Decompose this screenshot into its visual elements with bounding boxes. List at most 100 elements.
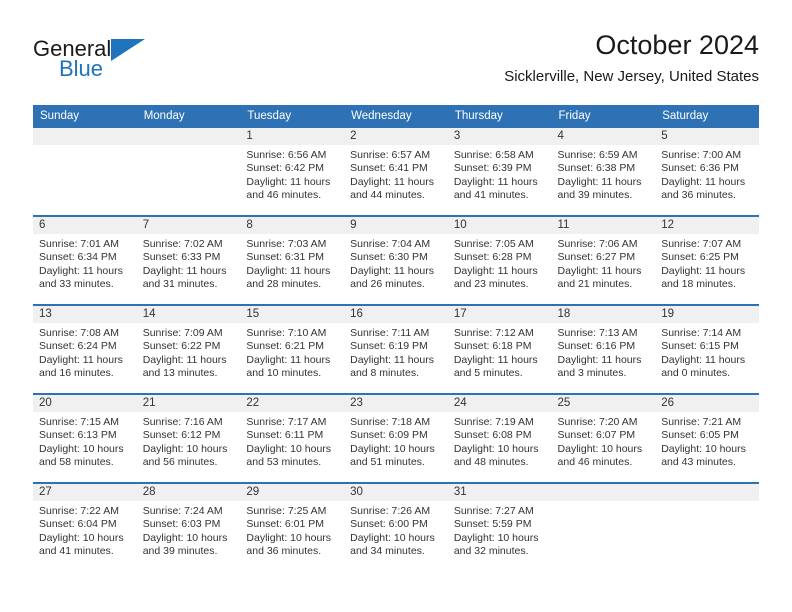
day-details: Sunrise: 7:18 AM Sunset: 6:09 PM Daylight:… xyxy=(344,412,448,470)
calendar-day-cell-empty xyxy=(551,484,656,571)
weekday-header-thursday: Thursday xyxy=(454,110,503,122)
calendar-day-cell[interactable]: 23 Sunrise: 7:18 AM Sunset: 6:09 PM Dayligh… xyxy=(344,395,448,482)
day-details: Sunrise: 7:05 AM Sunset: 6:28 PM Daylight:… xyxy=(448,234,552,292)
day-details: Sunrise: 7:02 AM Sunset: 6:33 PM Daylight:… xyxy=(137,234,241,292)
day-details: Sunrise: 7:03 AM Sunset: 6:31 PM Daylight:… xyxy=(240,234,344,292)
calendar-day-cell[interactable]: 15 Sunrise: 7:10 AM Sunset: 6:21 PM Dayligh… xyxy=(240,306,345,393)
calendar-day-cell[interactable]: 28 Sunrise: 7:24 AM Sunset: 6:03 PM Dayligh… xyxy=(136,484,241,571)
calendar-day-cell[interactable]: 30 Sunrise: 7:26 AM Sunset: 6:00 PM Dayligh… xyxy=(344,484,448,571)
sunset-text: Sunset: 6:31 PM xyxy=(246,251,325,264)
sunrise-text: Sunrise: 7:04 AM xyxy=(350,238,431,250)
day-number: 17 xyxy=(447,306,552,323)
day-number: 9 xyxy=(344,217,448,234)
day-number: 21 xyxy=(136,395,241,412)
sunset-text: Sunset: 6:00 PM xyxy=(350,518,428,531)
calendar-day-cell[interactable]: 27 Sunrise: 7:22 AM Sunset: 6:04 PM Dayligh… xyxy=(33,484,137,571)
day-number: 16 xyxy=(344,306,448,323)
sunset-text: Sunset: 6:24 PM xyxy=(39,340,117,353)
sunrise-text: Sunrise: 6:57 AM xyxy=(350,149,431,161)
sunset-text: Sunset: 6:05 PM xyxy=(661,429,739,442)
calendar-week-row: 6 Sunrise: 7:01 AM Sunset: 6:34 PM Daylight… xyxy=(33,215,759,304)
day-number: 8 xyxy=(240,217,345,234)
day-details: Sunrise: 7:11 AM Sunset: 6:19 PM Daylight:… xyxy=(344,323,448,381)
weekday-header-monday: Monday xyxy=(143,110,185,122)
sunrise-text: Sunrise: 7:00 AM xyxy=(661,149,742,161)
daylight-text: Daylight: 11 hours and 21 minutes. xyxy=(557,264,642,291)
sunset-text: Sunset: 6:22 PM xyxy=(142,340,221,353)
calendar-day-cell[interactable]: 12 Sunrise: 7:07 AM Sunset: 6:25 PM Dayligh… xyxy=(655,217,759,304)
calendar-day-cell[interactable]: 16 Sunrise: 7:11 AM Sunset: 6:19 PM Dayligh… xyxy=(344,306,448,393)
calendar-day-cell[interactable]: 25 Sunrise: 7:20 AM Sunset: 6:07 PM Dayligh… xyxy=(551,395,656,482)
calendar-day-cell[interactable]: 10 Sunrise: 7:05 AM Sunset: 6:28 PM Dayligh… xyxy=(447,217,552,304)
day-number: 7 xyxy=(136,217,241,234)
calendar-day-cell[interactable]: 6 Sunrise: 7:01 AM Sunset: 6:34 PM Daylight… xyxy=(33,217,137,304)
calendar-day-cell[interactable]: 7 Sunrise: 7:02 AM Sunset: 6:33 PM Daylight… xyxy=(136,217,241,304)
calendar-day-cell[interactable]: 1 Sunrise: 6:56 AM Sunset: 6:42 PM Daylight… xyxy=(240,128,345,215)
calendar-day-cell[interactable]: 29 Sunrise: 7:25 AM Sunset: 6:01 PM Dayligh… xyxy=(240,484,345,571)
calendar-day-cell[interactable]: 2 Sunrise: 6:57 AM Sunset: 6:41 PM Daylight… xyxy=(344,128,448,215)
calendar-day-cell[interactable]: 3 Sunrise: 6:58 AM Sunset: 6:39 PM Daylight… xyxy=(447,128,552,215)
daylight-text: Daylight: 10 hours and 34 minutes. xyxy=(350,531,435,558)
day-number: 22 xyxy=(240,395,345,412)
day-details: Sunrise: 7:08 AM Sunset: 6:24 PM Daylight:… xyxy=(33,323,137,381)
daylight-text: Daylight: 11 hours and 26 minutes. xyxy=(350,264,434,291)
day-details xyxy=(137,145,241,149)
day-details: Sunrise: 7:04 AM Sunset: 6:30 PM Daylight:… xyxy=(344,234,448,292)
daylight-text: Daylight: 10 hours and 58 minutes. xyxy=(39,442,124,469)
calendar-day-cell[interactable]: 4 Sunrise: 6:59 AM Sunset: 6:38 PM Daylight… xyxy=(551,128,656,215)
day-details: Sunrise: 7:10 AM Sunset: 6:21 PM Daylight:… xyxy=(240,323,344,381)
calendar-day-cell[interactable]: 5 Sunrise: 7:00 AM Sunset: 6:36 PM Daylight… xyxy=(655,128,759,215)
day-number: 19 xyxy=(655,306,759,323)
day-details: Sunrise: 6:58 AM Sunset: 6:39 PM Daylight:… xyxy=(448,145,552,203)
sunrise-text: Sunrise: 7:07 AM xyxy=(661,238,742,250)
calendar-day-cell[interactable]: 18 Sunrise: 7:13 AM Sunset: 6:16 PM Dayligh… xyxy=(551,306,656,393)
calendar-day-cell[interactable]: 11 Sunrise: 7:06 AM Sunset: 6:27 PM Dayligh… xyxy=(551,217,656,304)
daylight-text: Daylight: 10 hours and 32 minutes. xyxy=(453,531,539,558)
calendar-day-cell[interactable]: 26 Sunrise: 7:21 AM Sunset: 6:05 PM Dayligh… xyxy=(655,395,759,482)
sunset-text: Sunset: 6:25 PM xyxy=(661,251,739,264)
sunset-text: Sunset: 6:07 PM xyxy=(557,429,636,442)
sunset-text: Sunset: 5:59 PM xyxy=(453,518,532,531)
sunset-text: Sunset: 6:13 PM xyxy=(39,429,117,442)
daylight-text: Daylight: 10 hours and 53 minutes. xyxy=(246,442,332,469)
brand-logo[interactable]: General Blue xyxy=(33,36,233,92)
calendar-week-row: 20 Sunrise: 7:15 AM Sunset: 6:13 PM Dayligh… xyxy=(33,393,759,482)
day-number: 27 xyxy=(33,484,137,501)
sunrise-text: Sunrise: 7:25 AM xyxy=(246,505,327,517)
calendar-day-cell[interactable]: 24 Sunrise: 7:19 AM Sunset: 6:08 PM Dayligh… xyxy=(447,395,552,482)
day-details: Sunrise: 7:06 AM Sunset: 6:27 PM Daylight:… xyxy=(552,234,656,292)
calendar-day-cell[interactable]: 9 Sunrise: 7:04 AM Sunset: 6:30 PM Daylight… xyxy=(344,217,448,304)
calendar-day-cell[interactable]: 20 Sunrise: 7:15 AM Sunset: 6:13 PM Dayligh… xyxy=(33,395,137,482)
daylight-text: Daylight: 11 hours and 10 minutes. xyxy=(246,353,331,380)
calendar-day-cell[interactable]: 13 Sunrise: 7:08 AM Sunset: 6:24 PM Dayligh… xyxy=(33,306,137,393)
day-details: Sunrise: 6:59 AM Sunset: 6:38 PM Daylight:… xyxy=(552,145,656,203)
sunrise-text: Sunrise: 7:13 AM xyxy=(557,327,638,339)
day-details: Sunrise: 7:01 AM Sunset: 6:34 PM Daylight:… xyxy=(33,234,137,292)
calendar-day-cell[interactable]: 17 Sunrise: 7:12 AM Sunset: 6:18 PM Dayligh… xyxy=(447,306,552,393)
sunrise-text: Sunrise: 7:10 AM xyxy=(246,327,327,339)
daylight-text: Daylight: 11 hours and 39 minutes. xyxy=(557,175,642,202)
calendar-day-cell-empty xyxy=(33,128,137,215)
sunrise-text: Sunrise: 6:59 AM xyxy=(557,149,638,161)
day-number: 6 xyxy=(33,217,137,234)
daylight-text: Daylight: 11 hours and 8 minutes. xyxy=(350,353,434,380)
calendar-day-cell[interactable]: 19 Sunrise: 7:14 AM Sunset: 6:15 PM Dayligh… xyxy=(655,306,759,393)
day-details: Sunrise: 7:16 AM Sunset: 6:12 PM Daylight:… xyxy=(137,412,241,470)
daylight-text: Daylight: 11 hours and 13 minutes. xyxy=(142,353,227,380)
calendar-day-cell[interactable]: 21 Sunrise: 7:16 AM Sunset: 6:12 PM Dayligh… xyxy=(136,395,241,482)
day-number: 4 xyxy=(551,128,656,145)
calendar-day-cell[interactable]: 14 Sunrise: 7:09 AM Sunset: 6:22 PM Dayligh… xyxy=(136,306,241,393)
daylight-text: Daylight: 11 hours and 44 minutes. xyxy=(350,175,434,202)
sunrise-text: Sunrise: 7:26 AM xyxy=(350,505,431,517)
calendar-day-cell[interactable]: 8 Sunrise: 7:03 AM Sunset: 6:31 PM Daylight… xyxy=(240,217,345,304)
weekday-header-friday: Friday xyxy=(558,110,591,122)
day-details: Sunrise: 7:20 AM Sunset: 6:07 PM Daylight:… xyxy=(552,412,656,470)
daylight-text: Daylight: 10 hours and 41 minutes. xyxy=(39,531,124,558)
calendar-grid: Sunday Monday Tuesday Wednesday Thursday Frid… xyxy=(33,105,759,571)
calendar-day-cell[interactable]: 22 Sunrise: 7:17 AM Sunset: 6:11 PM Dayligh… xyxy=(240,395,345,482)
daylight-text: Daylight: 11 hours and 0 minutes. xyxy=(661,353,746,380)
day-details xyxy=(33,145,137,149)
sunrise-text: Sunrise: 6:58 AM xyxy=(453,149,534,161)
sunset-text: Sunset: 6:09 PM xyxy=(350,429,428,442)
calendar-day-cell[interactable]: 31 Sunrise: 7:27 AM Sunset: 5:59 PM Dayligh… xyxy=(447,484,552,571)
